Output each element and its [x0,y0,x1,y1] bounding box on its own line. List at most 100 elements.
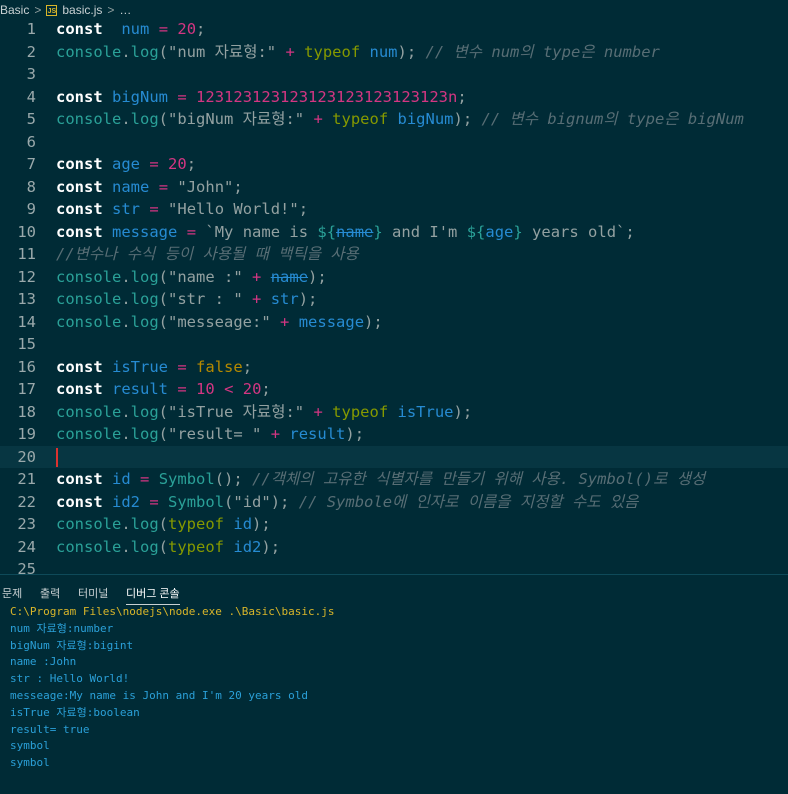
code-token: ; [186,155,197,173]
line-number: 18 [17,402,36,421]
code-token: "messeage:" [168,312,271,331]
code-token: isTrue [112,357,169,376]
code-line[interactable]: 11 //변수나 수식 등이 사용될 때 백틱을 사용 [0,243,788,266]
code-token: = [177,87,187,106]
code-text: console.log("isTrue 자료형:" + typeof isTru… [56,401,472,424]
code-token: log [130,537,159,556]
breadcrumb-file[interactable]: basic.js [62,3,102,17]
line-number: 22 [17,492,36,511]
line-number: 4 [26,87,36,106]
code-token: ${ [317,222,337,241]
code-line[interactable]: 22 const id2 = Symbol("id"); // Symbole에 … [0,491,788,514]
line-number: 7 [26,155,36,173]
code-token: = [158,177,169,196]
code-token: . [121,110,131,128]
tab-problems[interactable]: 문제 [2,585,22,604]
code-token: id [112,470,131,488]
code-token: = [140,470,150,488]
code-line[interactable]: 3 [0,63,788,86]
code-line[interactable]: 20 [0,445,788,468]
code-line[interactable]: 18 console.log("isTrue 자료형:" + typeof isT… [0,401,788,424]
code-line[interactable]: 17 const result = 10 < 20; [0,378,788,401]
code-line[interactable]: 6 [0,131,788,154]
code-token: ; [242,357,253,376]
code-line[interactable]: 8 const name = "John"; [0,176,788,199]
line-number: 5 [26,110,36,128]
tab-debug-console[interactable]: 디버그 콘솔 [126,585,180,605]
code-token: ); [397,42,417,61]
line-number: 11 [17,245,36,263]
code-text: //변수나 수식 등이 사용될 때 백틱을 사용 [56,243,359,266]
code-line[interactable]: 15 [0,333,788,356]
code-token: log [130,312,159,331]
line-number: 2 [26,42,36,61]
code-token: ( [158,110,169,128]
code-line[interactable]: 5 console.log("bigNum 자료형:" + typeof bigN… [0,108,788,131]
code-line[interactable]: 24 console.log(typeof id2); [0,536,788,559]
code-token: age [485,222,514,241]
code-editor[interactable]: 1 const num = 20; 2 console.log("num 자료형:" … [0,18,788,574]
code-token: console [56,537,122,556]
code-line[interactable]: 12 console.log("name :" + name); [0,266,788,289]
breadcrumb-more[interactable]: … [119,3,131,17]
code-token: ); [298,290,318,308]
line-number: 17 [17,380,36,398]
code-text: console.log("bigNum 자료형:" + typeof bigNu… [56,108,744,131]
code-line[interactable]: 25 [0,558,788,574]
code-line[interactable]: 21 const id = Symbol(); //객체의 고유한 식별자를 만들… [0,468,788,491]
code-line[interactable]: 14 console.log("messeage:" + message); [0,311,788,334]
code-line[interactable]: 13 console.log("str : " + str); [0,288,788,311]
code-line[interactable]: 4 const bigNum = 123123123123123123123123… [0,86,788,109]
code-token: ; [298,200,309,218]
code-token: log [130,267,159,286]
tab-terminal[interactable]: 터미널 [78,585,108,604]
code-line[interactable]: 10 const message = `My name is ${name} an… [0,221,788,244]
code-token: result [289,425,346,443]
line-number: 3 [26,65,36,83]
code-token: 20 [242,380,262,398]
code-token: (); [214,470,243,488]
code-line[interactable]: 1 const num = 20; [0,18,788,41]
code-token: log [130,425,159,443]
code-line[interactable]: 2 console.log("num 자료형:" + typeof num); /… [0,41,788,64]
code-token: id2 [233,537,262,556]
panel-tab-bar: 문제 출력 터미널 디버그 콘솔 [0,580,788,605]
code-token: = [186,222,197,241]
code-text: const isTrue = false; [56,356,252,379]
code-token: const [56,20,103,38]
console-line: num 자료형:number [10,621,114,635]
code-line[interactable]: 16 const isTrue = false; [0,356,788,379]
line-number: 24 [17,537,36,556]
code-token: ( [224,492,234,511]
code-token: = [158,20,169,38]
code-line[interactable]: 19 console.log("result= " + result); [0,423,788,446]
code-line[interactable]: 7 const age = 20; [0,153,788,176]
breadcrumb-folder[interactable]: Basic [0,3,29,17]
code-token: //변수나 수식 등이 사용될 때 백틱을 사용 [56,245,359,263]
code-token: "result= " [168,425,262,443]
tab-output[interactable]: 출력 [40,585,60,604]
code-line[interactable]: 23 console.log(typeof id); [0,513,788,536]
code-token: name [112,177,150,196]
code-token: . [121,290,131,308]
code-token: bigNum [397,110,454,128]
code-line[interactable]: 9 const str = "Hello World!"; [0,198,788,221]
line-number: 16 [17,357,36,376]
